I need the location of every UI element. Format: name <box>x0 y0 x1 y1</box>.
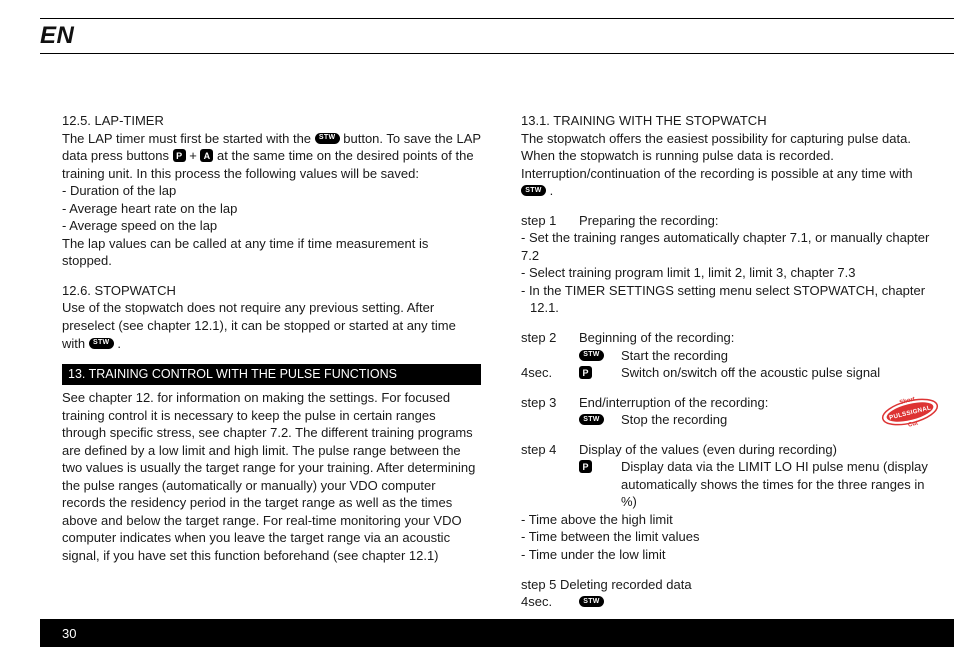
step-2-header: step 2 Beginning of the recording: <box>521 329 940 347</box>
text: - In the TIMER SETTINGS setting menu sel… <box>521 283 925 316</box>
step-action: Start the recording <box>621 347 940 365</box>
bullet: - Time under the low limit <box>521 546 940 564</box>
stw-icon: STW <box>579 414 604 425</box>
bullet: - Time above the high limit <box>521 511 940 529</box>
step-4-header: step 4 Display of the values (even durin… <box>521 441 940 459</box>
text: Use of the stopwatch does not require an… <box>62 300 456 350</box>
step-5-row: 4sec. STW <box>521 593 940 611</box>
step-title: Preparing the recording: <box>579 212 940 230</box>
p-icon: P <box>579 460 592 473</box>
right-column: 13.1. TRAINING WITH THE STOPWATCH The st… <box>521 112 940 601</box>
step-3-header: step 3 End/interruption of the recording… <box>521 394 940 412</box>
step-label: step 1 <box>521 212 567 230</box>
section-12-6-body: Use of the stopwatch does not require an… <box>62 299 481 352</box>
step-1-header: step 1 Preparing the recording: <box>521 212 940 230</box>
stw-icon: STW <box>315 133 340 144</box>
icon-col: P <box>579 458 609 476</box>
duration-label: 4sec. <box>521 364 567 382</box>
bullet: - Set the training ranges automatically … <box>521 229 940 264</box>
text: The LAP timer must first be started with… <box>62 131 315 146</box>
footer-bar: 30 <box>40 619 954 647</box>
step-title: Beginning of the recording: <box>579 329 940 347</box>
step-4-row: P Display data via the LIMIT LO HI pulse… <box>521 458 940 511</box>
text: + <box>189 148 200 163</box>
section-12-5-title: 12.5. LAP-TIMER <box>62 112 481 130</box>
bullet: - Time between the limit values <box>521 528 940 546</box>
header-bar: EN <box>40 18 954 54</box>
section-13-heading: 13. TRAINING CONTROL WITH THE PULSE FUNC… <box>62 364 481 385</box>
bullet: - In the TIMER SETTINGS setting menu sel… <box>521 282 940 317</box>
duration-label: 4sec. <box>521 593 567 611</box>
step-label: step 4 <box>521 441 567 459</box>
stw-icon: STW <box>579 596 604 607</box>
step-2-row: 4sec. P Switch on/switch off the acousti… <box>521 364 940 382</box>
section-13-1-title: 13.1. TRAINING WITH THE STOPWATCH <box>521 112 940 130</box>
stw-icon: STW <box>89 338 114 349</box>
step-label: step 3 <box>521 394 567 412</box>
step-5-header: step 5 Deleting recorded data <box>521 576 940 594</box>
icon-col: STW <box>579 347 609 365</box>
section-12-6-title: 12.6. STOPWATCH <box>62 282 481 300</box>
bullet: - Select training program limit 1, limit… <box>521 264 940 282</box>
section-12-5-note: The lap values can be called at any time… <box>62 235 481 270</box>
badge-bot: Cut <box>908 420 919 428</box>
step-label: step 2 <box>521 329 567 347</box>
step-title: Display of the values (even during recor… <box>579 441 940 459</box>
a-icon: A <box>200 149 213 162</box>
language-code: EN <box>40 22 74 50</box>
stw-icon: STW <box>521 185 546 196</box>
manual-page: EN 12.5. LAP-TIMER The LAP timer must fi… <box>0 0 954 661</box>
step-action: Switch on/switch off the acoustic pulse … <box>621 364 940 382</box>
text: The stopwatch offers the easiest possibi… <box>521 131 913 181</box>
section-12-5-intro: The LAP timer must first be started with… <box>62 130 481 183</box>
left-column: 12.5. LAP-TIMER The LAP timer must first… <box>62 112 481 601</box>
content-columns: 12.5. LAP-TIMER The LAP timer must first… <box>62 112 940 601</box>
step-2-row: STW Start the recording <box>521 347 940 365</box>
step-action: Display data via the LIMIT LO HI pulse m… <box>621 458 940 511</box>
page-number: 30 <box>62 626 76 641</box>
icon-col: P <box>579 364 609 382</box>
bullet: - Duration of the lap <box>62 182 481 200</box>
section-13-1-intro: The stopwatch offers the easiest possibi… <box>521 130 940 200</box>
text: . <box>550 183 554 198</box>
section-13-body: See chapter 12. for information on makin… <box>62 389 481 564</box>
bullet: - Average heart rate on the lap <box>62 200 481 218</box>
p-icon: P <box>579 366 592 379</box>
text: . <box>117 336 121 351</box>
icon-col: STW <box>579 411 609 429</box>
p-icon: P <box>173 149 186 162</box>
icon-col: STW <box>579 593 609 611</box>
bullet: - Average speed on the lap <box>62 217 481 235</box>
step-3-row: STW Stop the recording <box>521 411 940 429</box>
pulssignal-badge-icon: Short PULSSIGNAL Cut <box>880 390 940 434</box>
stw-icon: STW <box>579 350 604 361</box>
